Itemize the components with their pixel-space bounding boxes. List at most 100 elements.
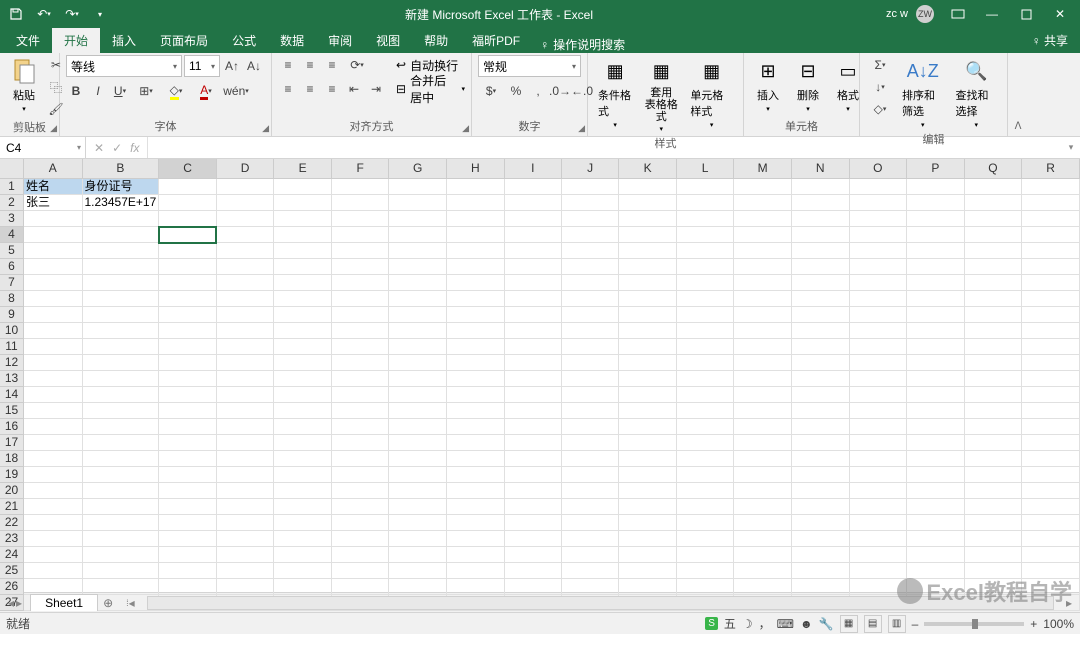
cell-K5[interactable] (619, 243, 677, 259)
cell-B25[interactable] (82, 563, 159, 579)
cell-I26[interactable] (504, 579, 561, 595)
cell-O5[interactable] (849, 243, 907, 259)
cell-F10[interactable] (331, 323, 389, 339)
col-header-R[interactable]: R (1022, 159, 1080, 179)
cell-F23[interactable] (331, 531, 389, 547)
cell-R19[interactable] (1022, 467, 1080, 483)
cell-H10[interactable] (447, 323, 505, 339)
cell-F4[interactable] (331, 227, 389, 243)
comma-button[interactable]: , (528, 81, 548, 101)
cell-L9[interactable] (676, 307, 733, 323)
tab-home[interactable]: 开始 (52, 28, 100, 53)
cell-K22[interactable] (619, 515, 677, 531)
cell-J23[interactable] (561, 531, 618, 547)
autosum-icon[interactable]: Σ▾ (866, 55, 894, 75)
font-name-dropdown[interactable]: 等线▾ (66, 55, 182, 77)
cell-K7[interactable] (619, 275, 677, 291)
cell-D24[interactable] (216, 547, 274, 563)
percent-button[interactable]: % (506, 81, 526, 101)
cell-C6[interactable] (159, 259, 217, 275)
cell-D19[interactable] (216, 467, 274, 483)
cell-F24[interactable] (331, 547, 389, 563)
cell-O19[interactable] (849, 467, 907, 483)
cell-P5[interactable] (907, 243, 965, 259)
cell-R1[interactable] (1022, 179, 1080, 195)
cell-M13[interactable] (734, 371, 792, 387)
cell-M8[interactable] (734, 291, 792, 307)
cell-F3[interactable] (331, 211, 389, 227)
cell-E23[interactable] (274, 531, 332, 547)
fill-color-button[interactable]: ◇▾ (162, 81, 190, 101)
cell-K26[interactable] (619, 579, 677, 595)
cell-Q7[interactable] (964, 275, 1022, 291)
decrease-font-icon[interactable]: A↓ (244, 56, 264, 76)
col-header-F[interactable]: F (331, 159, 389, 179)
row-header-10[interactable]: 10 (0, 323, 24, 339)
cell-O2[interactable] (849, 195, 907, 211)
save-icon[interactable] (4, 2, 28, 26)
cell-C13[interactable] (159, 371, 217, 387)
col-header-P[interactable]: P (907, 159, 965, 179)
cell-I22[interactable] (504, 515, 561, 531)
row-header-7[interactable]: 7 (0, 275, 24, 291)
cell-N3[interactable] (791, 211, 849, 227)
cell-H13[interactable] (447, 371, 505, 387)
cell-Q4[interactable] (964, 227, 1022, 243)
cell-D9[interactable] (216, 307, 274, 323)
number-format-dropdown[interactable]: 常规▾ (478, 55, 581, 77)
increase-indent-icon[interactable]: ⇥ (366, 79, 386, 99)
cell-M25[interactable] (734, 563, 792, 579)
row-header-13[interactable]: 13 (0, 371, 24, 387)
cell-E16[interactable] (274, 419, 332, 435)
cell-P20[interactable] (907, 483, 965, 499)
cell-N12[interactable] (791, 355, 849, 371)
cell-R24[interactable] (1022, 547, 1080, 563)
col-header-J[interactable]: J (561, 159, 618, 179)
cell-G11[interactable] (389, 339, 447, 355)
cell-B7[interactable] (82, 275, 159, 291)
cell-R22[interactable] (1022, 515, 1080, 531)
phonetic-button[interactable]: wén▾ (222, 81, 250, 101)
cell-G5[interactable] (389, 243, 447, 259)
hscroll-left-icon[interactable]: ◂ (129, 596, 135, 610)
cell-N4[interactable] (791, 227, 849, 243)
cell-N7[interactable] (791, 275, 849, 291)
cell-D2[interactable] (216, 195, 274, 211)
cell-Q8[interactable] (964, 291, 1022, 307)
cell-O16[interactable] (849, 419, 907, 435)
user-name[interactable]: zc w (886, 8, 908, 20)
ime-moon-icon[interactable]: ☽ (742, 617, 753, 631)
cell-D21[interactable] (216, 499, 274, 515)
cell-L17[interactable] (676, 435, 733, 451)
cell-N11[interactable] (791, 339, 849, 355)
cell-O21[interactable] (849, 499, 907, 515)
cell-R6[interactable] (1022, 259, 1080, 275)
ime-icon[interactable]: S (705, 617, 718, 630)
conditional-format-button[interactable]: ▦条件格式▾ (594, 55, 636, 131)
cell-B21[interactable] (82, 499, 159, 515)
cell-E12[interactable] (274, 355, 332, 371)
cell-H17[interactable] (447, 435, 505, 451)
sheet-nav-prev-icon[interactable]: ◂ (8, 596, 14, 610)
cell-C23[interactable] (159, 531, 217, 547)
cell-A8[interactable] (24, 291, 83, 307)
cell-O3[interactable] (849, 211, 907, 227)
cell-P8[interactable] (907, 291, 965, 307)
zoom-out-icon[interactable]: – (912, 617, 919, 631)
cell-E13[interactable] (274, 371, 332, 387)
cell-M23[interactable] (734, 531, 792, 547)
cell-G12[interactable] (389, 355, 447, 371)
cell-H15[interactable] (447, 403, 505, 419)
cell-C22[interactable] (159, 515, 217, 531)
cell-H19[interactable] (447, 467, 505, 483)
cell-M7[interactable] (734, 275, 792, 291)
cell-R20[interactable] (1022, 483, 1080, 499)
cell-F8[interactable] (331, 291, 389, 307)
cell-O23[interactable] (849, 531, 907, 547)
cell-F25[interactable] (331, 563, 389, 579)
cell-C14[interactable] (159, 387, 217, 403)
cell-F5[interactable] (331, 243, 389, 259)
cell-H7[interactable] (447, 275, 505, 291)
cell-G6[interactable] (389, 259, 447, 275)
col-header-Q[interactable]: Q (964, 159, 1022, 179)
